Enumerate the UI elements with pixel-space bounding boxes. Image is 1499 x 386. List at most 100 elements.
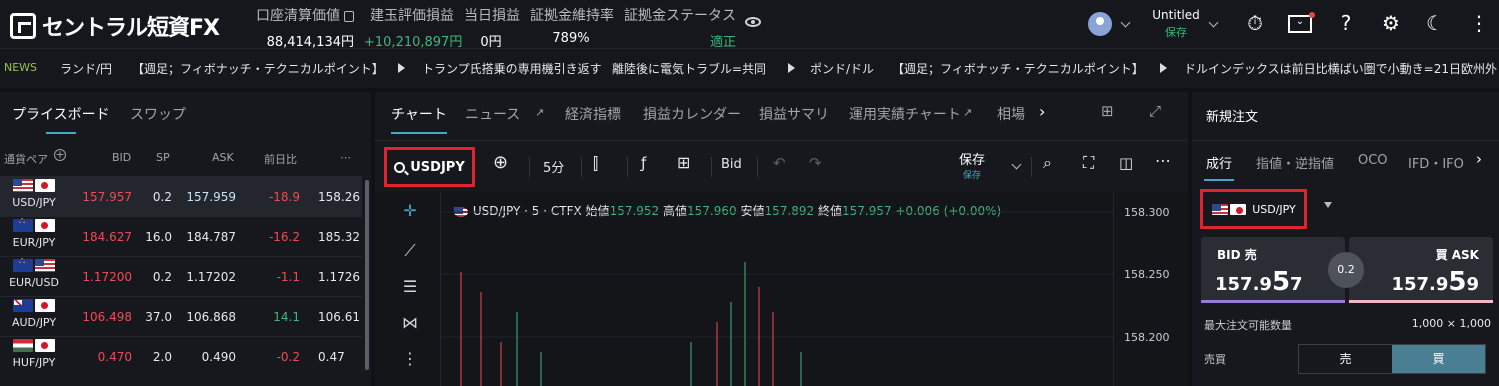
brand-logo[interactable]: セントラル短資FX	[10, 10, 220, 42]
tab-ifd-ifo[interactable]: IFD・IFO	[1408, 153, 1464, 172]
prediction-icon[interactable]: ⋮	[399, 348, 421, 370]
price-row-hufjpy[interactable]: HUF/JPY 0.470 2.0 0.490 -0.2 0.47	[0, 336, 362, 376]
chevron-down-icon[interactable]	[1011, 159, 1022, 170]
active-tab-indicator	[1204, 179, 1234, 181]
kebab-menu-icon[interactable]: ⋮	[1466, 10, 1492, 36]
ask-price[interactable]: 106.868	[180, 310, 236, 324]
news-item[interactable]: 【週足；フィボナッチ・テクニカルポイント】	[892, 60, 1144, 77]
tab-news[interactable]: ニュース	[465, 104, 520, 124]
bid-price[interactable]: 157.957	[78, 190, 132, 204]
camera-icon[interactable]: ◫	[1119, 154, 1133, 172]
save-sublabel: 保存	[963, 171, 982, 181]
tab-economic-indicators[interactable]: 経済指標	[565, 104, 621, 124]
bid-price[interactable]: 106.498	[78, 310, 132, 324]
redo-icon[interactable]: ↷	[809, 154, 822, 172]
triangle-right-icon	[398, 63, 405, 73]
chevron-down-icon[interactable]	[1208, 17, 1219, 28]
price-row-usdjpy[interactable]: USD/JPY 157.957 0.2 157.959 -18.9 158.26	[0, 176, 362, 216]
tab-swap[interactable]: スワップ	[130, 104, 186, 124]
help-icon[interactable]: ?	[1333, 10, 1359, 36]
tab-market[interactable]: 相場	[997, 104, 1025, 124]
price-axis[interactable]: 158.300 158.250 158.200	[1113, 192, 1188, 386]
gear-icon[interactable]: ⚙	[1378, 10, 1404, 36]
news-item[interactable]: 離陸後に電気トラブル=共同	[612, 60, 766, 77]
undo-icon[interactable]: ↶	[773, 154, 786, 172]
tab-pl-calendar[interactable]: 損益カレンダー	[643, 104, 741, 124]
symbol-search-button[interactable]: USDJPY	[384, 147, 475, 187]
interval-button[interactable]: 5分	[543, 157, 564, 176]
ask-buy-button[interactable]: 買 ASK 157.959	[1349, 237, 1493, 303]
expand-icon[interactable]: ⤢	[1149, 102, 1161, 120]
candle-type-icon[interactable]: ⫿	[593, 154, 598, 174]
chevron-right-icon[interactable]: ›	[1039, 102, 1045, 121]
ask-price[interactable]: 157.959	[180, 190, 236, 204]
bid-sell-button[interactable]: BID 売 157.957	[1201, 237, 1345, 303]
copy-icon[interactable]	[344, 10, 354, 22]
indicators-icon[interactable]: ƒ	[641, 154, 646, 172]
pair-selector[interactable]: USD/JPY	[1200, 189, 1307, 229]
tab-price-board[interactable]: プライスボード	[12, 104, 110, 124]
fib-retracement-icon[interactable]: ☰	[399, 276, 421, 298]
tab-oco[interactable]: OCO	[1358, 153, 1388, 168]
news-item[interactable]: ランド/円	[60, 60, 112, 77]
bid-price[interactable]: 1.17200	[78, 270, 132, 284]
trend-line-icon[interactable]: ⟋	[399, 240, 421, 262]
symbol-name: USDJPY	[410, 159, 465, 175]
col-change: 前日比	[264, 153, 297, 166]
toolbar-divider	[757, 157, 758, 177]
compare-add-icon[interactable]: ⊕	[493, 152, 508, 173]
tab-market-order[interactable]: 成行	[1206, 153, 1232, 172]
pattern-icon[interactable]: ⋈	[399, 312, 421, 334]
templates-icon[interactable]: ⊞	[677, 153, 690, 172]
spread: 0.2	[152, 190, 172, 204]
news-item[interactable]: ポンド/ドル	[810, 60, 874, 77]
quick-search-icon[interactable]: ⌕	[1043, 153, 1052, 173]
buy-option[interactable]: 買	[1392, 345, 1485, 373]
tab-performance-chart[interactable]: 運用実績チャート	[849, 104, 961, 124]
chevron-down-icon[interactable]	[1120, 17, 1131, 28]
bid-price[interactable]: 184.627	[78, 230, 132, 244]
layout-selector[interactable]: Untitled 保存	[1148, 8, 1204, 40]
chevron-right-icon[interactable]: ›	[1476, 150, 1482, 168]
news-ticker[interactable]: NEWS ランド/円 【週足；フィボナッチ・テクニカルポイント】 トランプ氏搭乗…	[0, 48, 1499, 88]
fullscreen-icon[interactable]: ⛶	[1083, 153, 1094, 173]
news-item[interactable]: ドルインデックスは前日比横ばい圏で小動き=21日欧州外	[1184, 60, 1497, 77]
bid-bar	[1201, 300, 1345, 303]
scrollbar[interactable]	[365, 180, 369, 370]
ask-price-small: 9	[1466, 274, 1479, 295]
eye-icon[interactable]	[745, 17, 761, 27]
news-item[interactable]: トランプ氏搭乗の専用機引き返す	[422, 60, 602, 77]
chart-tabs: チャート ニュース ↗ 経済指標 損益カレンダー 損益サマリ 運用実績チャート …	[375, 92, 1188, 134]
unrealized-pl: 建玉評価損益 +10,210,897円	[364, 5, 462, 50]
tab-pl-summary[interactable]: 損益サマリ	[759, 104, 829, 124]
avatar[interactable]	[1088, 12, 1112, 36]
bid-price[interactable]: 0.470	[78, 350, 132, 364]
ask-price[interactable]: 0.490	[180, 350, 236, 364]
mail-icon[interactable]: ⌄	[1288, 15, 1312, 33]
candlestick-plot	[441, 211, 1113, 386]
col-sp: SP	[156, 151, 170, 164]
save-layout-button[interactable]: 保存 保存	[959, 149, 985, 181]
more-columns-icon[interactable]: ⋯	[340, 151, 351, 164]
eu-flag-icon	[13, 256, 33, 272]
change: -18.9	[268, 190, 300, 204]
timer-icon[interactable]: ⏱	[1242, 10, 1268, 36]
grid-layout-icon[interactable]: ⊞	[1101, 102, 1114, 120]
caret-down-icon[interactable]	[1324, 202, 1332, 208]
price-type-button[interactable]: Bid	[721, 157, 742, 172]
price-row-audjpy[interactable]: AUD/JPY 106.498 37.0 106.868 14.1 106.61	[0, 296, 362, 336]
more-options-icon[interactable]: ⋯	[1155, 151, 1171, 170]
ask-price[interactable]: 1.17202	[180, 270, 236, 284]
pair-name: EUR/USD	[9, 276, 59, 289]
chart-area[interactable]: ✛ ⟋ ☰ ⋈ ⋮ USD/JPY · 5 · CTFX 始値157.952 高…	[375, 192, 1188, 386]
tab-limit-stop[interactable]: 指値・逆指値	[1256, 153, 1334, 172]
price-row-eurusd[interactable]: EUR/USD 1.17200 0.2 1.17202 -1.1 1.1726	[0, 256, 362, 296]
price-row-eurjpy[interactable]: EUR/JPY 184.627 16.0 184.787 -16.2 185.3…	[0, 216, 362, 256]
news-item[interactable]: 【週足；フィボナッチ・テクニカルポイント】	[132, 60, 384, 77]
crosshair-icon[interactable]: ✛	[399, 200, 421, 222]
sell-option[interactable]: 売	[1299, 345, 1392, 373]
tab-chart[interactable]: チャート	[391, 104, 447, 124]
ask-price[interactable]: 184.787	[180, 230, 236, 244]
add-pair-icon[interactable]: +	[54, 149, 66, 161]
moon-icon[interactable]: ☾	[1422, 10, 1448, 36]
